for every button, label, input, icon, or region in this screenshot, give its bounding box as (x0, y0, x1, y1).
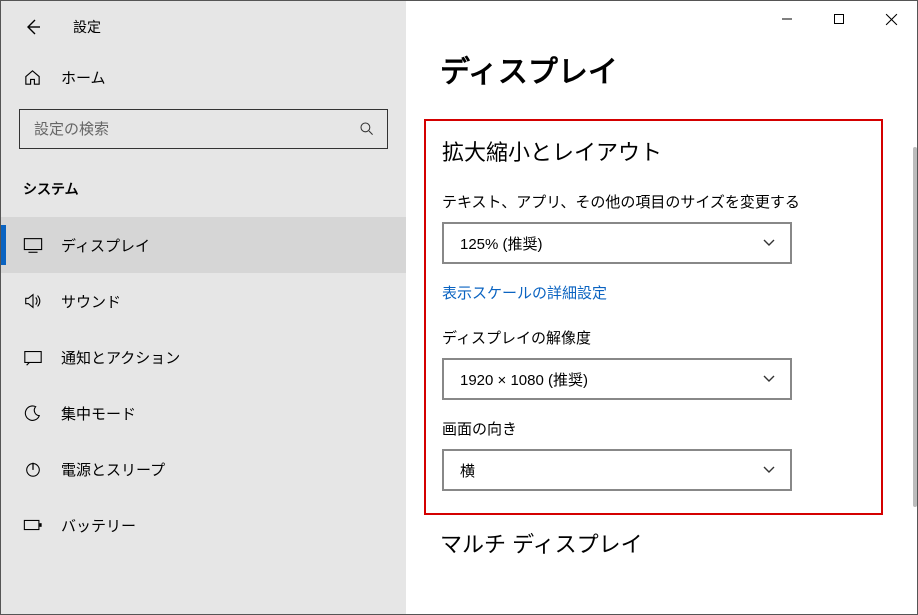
sidebar-item-label: サウンド (61, 291, 121, 312)
moon-icon (23, 404, 45, 422)
sidebar-item-label: ディスプレイ (61, 235, 150, 256)
sidebar-item-label: バッテリー (61, 515, 136, 536)
main-content: ディスプレイ 拡大縮小とレイアウト テキスト、アプリ、その他の項目のサイズを変更… (406, 1, 917, 614)
close-button[interactable] (865, 1, 917, 37)
sidebar-nav: ディスプレイ サウンド (1, 217, 406, 553)
notification-icon (23, 348, 45, 366)
sidebar-item-sound[interactable]: サウンド (1, 273, 406, 329)
settings-sidebar: 設定 ホーム システム (1, 1, 406, 614)
minimize-button[interactable] (761, 1, 813, 37)
section-title-scale: 拡大縮小とレイアウト (442, 135, 865, 167)
scale-dropdown[interactable]: 125% (推奨) (442, 222, 792, 264)
scrollbar-thumb[interactable] (913, 147, 917, 507)
chevron-down-icon (762, 465, 776, 475)
back-button[interactable] (13, 7, 53, 47)
search-box[interactable] (19, 109, 388, 149)
chevron-down-icon (762, 238, 776, 248)
sidebar-item-battery[interactable]: バッテリー (1, 497, 406, 553)
scale-label: テキスト、アプリ、その他の項目のサイズを変更する (442, 191, 865, 212)
close-icon (885, 13, 898, 26)
sidebar-item-display[interactable]: ディスプレイ (1, 217, 406, 273)
sidebar-item-label: 通知とアクション (61, 347, 180, 368)
scrollbar[interactable] (911, 37, 917, 614)
section-title-multi-display: マルチ ディスプレイ (406, 527, 917, 559)
monitor-icon (23, 236, 45, 254)
home-icon (23, 68, 45, 87)
sidebar-item-label: 集中モード (61, 403, 136, 424)
minimize-icon (781, 13, 793, 25)
power-icon (23, 460, 45, 478)
chevron-down-icon (762, 374, 776, 384)
resolution-dropdown[interactable]: 1920 × 1080 (推奨) (442, 358, 792, 400)
window-title: 設定 (73, 17, 101, 37)
advanced-scaling-link[interactable]: 表示スケールの詳細設定 (442, 282, 607, 303)
sidebar-item-focus[interactable]: 集中モード (1, 385, 406, 441)
highlighted-region: 拡大縮小とレイアウト テキスト、アプリ、その他の項目のサイズを変更する 125%… (424, 119, 883, 515)
scale-value: 125% (推奨) (460, 233, 543, 254)
battery-icon (23, 516, 45, 534)
sidebar-home[interactable]: ホーム (1, 53, 406, 101)
resolution-label: ディスプレイの解像度 (442, 327, 865, 348)
speaker-icon (23, 292, 45, 310)
sidebar-item-notifications[interactable]: 通知とアクション (1, 329, 406, 385)
search-icon (357, 121, 377, 137)
maximize-button[interactable] (813, 1, 865, 37)
arrow-left-icon (24, 18, 42, 36)
maximize-icon (833, 13, 845, 25)
search-input[interactable] (34, 121, 357, 138)
resolution-value: 1920 × 1080 (推奨) (460, 369, 588, 390)
sidebar-item-power[interactable]: 電源とスリープ (1, 441, 406, 497)
sidebar-item-label: 電源とスリープ (61, 459, 165, 480)
orientation-dropdown[interactable]: 横 (442, 449, 792, 491)
home-label: ホーム (61, 67, 106, 88)
orientation-value: 横 (460, 460, 475, 481)
orientation-label: 画面の向き (442, 418, 865, 439)
sidebar-category: システム (1, 161, 406, 217)
